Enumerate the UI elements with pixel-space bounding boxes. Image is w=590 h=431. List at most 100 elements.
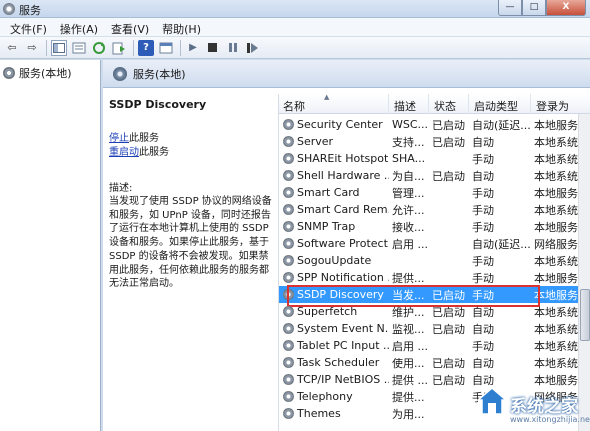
service-startup-type-cell-text: 自动: [472, 322, 494, 336]
service-logon-cell-text: 本地服务: [534, 288, 578, 302]
start-service-icon[interactable]: ▶: [185, 40, 201, 56]
service-logon-cell-text: 本地系统: [534, 169, 578, 183]
properties-icon[interactable]: [71, 40, 87, 56]
column-header-startup-type[interactable]: 启动类型: [469, 94, 531, 114]
help-icon[interactable]: ?: [138, 39, 154, 56]
service-name-cell-text: Themes: [297, 407, 341, 420]
table-row[interactable]: Tablet PC Input ... 启用 ... 手动 本地系统: [279, 337, 590, 354]
column-header-logon-as[interactable]: 登录为: [531, 94, 590, 114]
service-description-cell-text: 当发...: [392, 288, 425, 302]
service-logon-cell: 本地系统: [531, 355, 585, 371]
table-row[interactable]: SPP Notification ... 提供... 手动 本地服务: [279, 269, 590, 286]
minimize-button[interactable]: —: [498, 0, 522, 16]
tree-item-services-local[interactable]: 服务(本地): [0, 60, 100, 86]
service-description-cell-text: 启用 ...: [392, 237, 428, 251]
table-row[interactable]: SogouUpdate 手动 本地系统: [279, 252, 590, 269]
table-row[interactable]: Smart Card 管理... 手动 本地服务: [279, 184, 590, 201]
menu-view[interactable]: 查看(V): [106, 18, 157, 36]
service-status-cell: 已启动: [429, 117, 469, 133]
description-text: 当发现了使用 SSDP 协议的网络设备和服务，如 UPnP 设备，同时还报告了运…: [109, 196, 272, 290]
service-name-cell-text: Superfetch: [297, 305, 358, 318]
stop-service-icon[interactable]: [205, 40, 221, 56]
menu-file[interactable]: 文件(F): [5, 18, 55, 36]
back-arrow-icon[interactable]: ⇦: [4, 40, 20, 56]
service-status-cell: 已启动: [429, 321, 469, 337]
service-description-cell-text: 管理...: [392, 186, 425, 200]
column-header-status[interactable]: 状态: [429, 94, 469, 114]
gear-icon: [283, 408, 294, 419]
service-logon-cell-text: 本地系统: [534, 152, 578, 166]
service-description-cell-text: 为用...: [392, 407, 425, 421]
table-row[interactable]: Task Scheduler 使用... 已启动 自动 本地系统: [279, 354, 590, 371]
forward-arrow-icon[interactable]: ⇨: [24, 40, 40, 56]
refresh-icon[interactable]: [91, 40, 107, 56]
service-startup-type-cell: 自动(延迟...: [469, 236, 531, 252]
table-row[interactable]: SHAREit Hotspot... SHA... 手动 本地系统: [279, 150, 590, 167]
gear-icon: [283, 272, 294, 283]
maximize-button[interactable]: □: [522, 0, 546, 16]
menu-help[interactable]: 帮助(H): [157, 18, 209, 36]
service-startup-type-cell-text: 自动: [472, 305, 494, 319]
vertical-scrollbar[interactable]: [578, 114, 590, 431]
service-name-cell-text: SHAREit Hotspot...: [297, 152, 389, 165]
menu-action[interactable]: 操作(A): [55, 18, 106, 36]
service-description-cell: 使用...: [389, 355, 429, 371]
service-status-cell-text: 已启动: [432, 169, 465, 183]
pause-service-icon[interactable]: [225, 40, 241, 56]
table-row[interactable]: System Event N... 监视... 已启动 自动 本地系统: [279, 320, 590, 337]
service-logon-cell: 本地系统: [531, 304, 585, 320]
table-row[interactable]: Security Center WSC... 已启动 自动(延迟... 本地服务: [279, 116, 590, 133]
gear-icon: [283, 221, 294, 232]
stop-service-link[interactable]: 停止: [109, 133, 129, 144]
panel-title: 服务(本地): [133, 67, 186, 81]
window-controls: — □ X: [498, 0, 586, 17]
scrollbar-thumb[interactable]: [580, 289, 590, 341]
table-row[interactable]: Server 支持... 已启动 自动 本地系统: [279, 133, 590, 150]
gear-icon: [3, 67, 15, 79]
service-startup-type-cell: 自动: [469, 134, 531, 150]
service-status-cell: 已启动: [429, 304, 469, 320]
table-row[interactable]: SNMP Trap 接收... 手动 本地服务: [279, 218, 590, 235]
service-status-cell: 已启动: [429, 355, 469, 371]
column-header-description[interactable]: 描述: [389, 94, 429, 114]
service-logon-cell-text: 本地服务: [534, 186, 578, 200]
service-description-cell: 管理...: [389, 185, 429, 201]
console-view-icon[interactable]: [158, 40, 174, 56]
service-description-cell: 接收...: [389, 219, 429, 235]
service-logon-cell: 本地服务: [531, 185, 585, 201]
stop-action: 停止此服务: [109, 132, 277, 146]
service-logon-cell-text: 本地服务: [534, 118, 578, 132]
service-description-cell-text: 接收...: [392, 220, 425, 234]
service-name-cell-text: System Event N...: [297, 322, 389, 335]
toolbar: ⇦ ⇨ ? ▶: [0, 37, 590, 59]
service-status-cell-text: 已启动: [432, 135, 465, 149]
column-header-name[interactable]: ▲ 名称: [279, 94, 389, 114]
service-status-cell-text: 已启动: [432, 373, 465, 387]
service-description-cell-text: 为自...: [392, 169, 425, 183]
service-logon-cell: 网络服务: [531, 236, 585, 252]
export-list-icon[interactable]: [111, 40, 127, 56]
service-name-cell-text: TCP/IP NetBIOS ...: [297, 373, 389, 386]
service-description-cell: 维护...: [389, 304, 429, 320]
service-logon-cell: 本地系统: [531, 134, 585, 150]
service-name-cell: Software Protect...: [279, 237, 389, 250]
table-row[interactable]: Shell Hardware ... 为自... 已启动 自动 本地系统: [279, 167, 590, 184]
restart-service-link[interactable]: 重启动: [109, 147, 139, 158]
table-row[interactable]: Smart Card Rem... 允许... 手动 本地系统: [279, 201, 590, 218]
table-row[interactable]: SSDP Discovery 当发... 已启动 手动 本地服务: [279, 285, 590, 307]
show-hide-tree-icon[interactable]: [51, 39, 67, 56]
table-row[interactable]: Superfetch 维护... 已启动 自动 本地系统: [279, 303, 590, 320]
table-row[interactable]: Software Protect... 启用 ... 自动(延迟... 网络服务: [279, 235, 590, 252]
service-status-cell-text: 已启动: [432, 288, 465, 302]
service-description-cell: WSC...: [389, 118, 429, 131]
gear-icon: [283, 187, 294, 198]
service-name-cell: Security Center: [279, 118, 389, 131]
service-logon-cell-text: 网络服务: [534, 237, 578, 251]
service-startup-type-cell: 自动: [469, 168, 531, 184]
watermark-text: 系统之家: [510, 397, 578, 417]
service-startup-type-cell-text: 自动: [472, 169, 494, 183]
service-startup-type-cell-text: 手动: [472, 288, 494, 302]
service-logon-cell-text: 本地服务: [534, 220, 578, 234]
close-button[interactable]: X: [546, 0, 586, 16]
restart-service-icon[interactable]: [245, 40, 261, 56]
